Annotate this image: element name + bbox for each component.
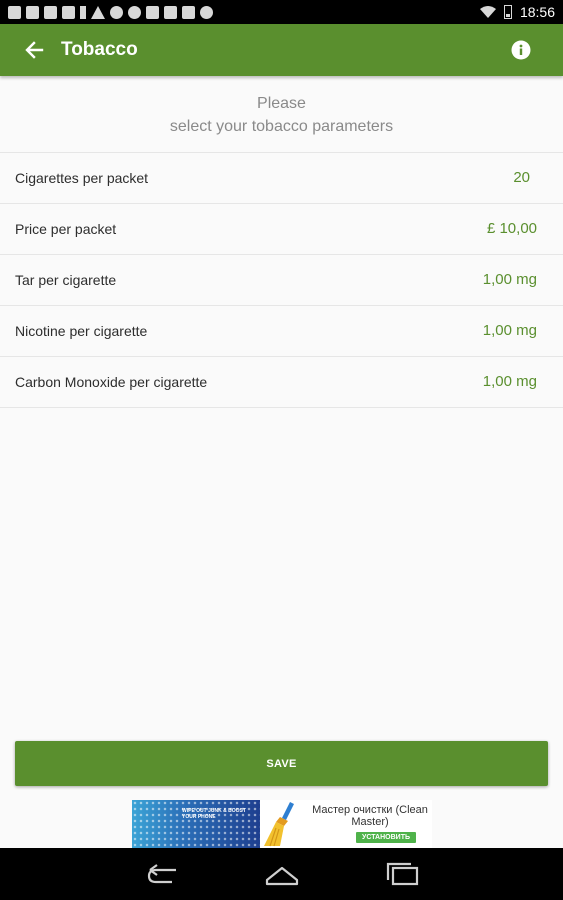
battery-icon [503, 5, 512, 19]
param-value: 1,00 mg [482, 373, 537, 390]
parameter-list: Cigarettes per packet 20 Price per packe… [0, 152, 563, 408]
arrow-left-icon[interactable] [22, 38, 48, 62]
param-row-cigarettes-per-packet[interactable]: Cigarettes per packet 20 [0, 152, 563, 203]
intro-text: Please select your tobacco parameters [0, 92, 563, 138]
param-label: Cigarettes per packet [15, 170, 149, 186]
param-value: 20 [513, 169, 530, 186]
param-label: Tar per cigarette [15, 272, 117, 288]
ad-image: WIPE OUT JUNK & BOOST YOUR PHONE [132, 800, 260, 848]
param-row-carbon-monoxide-per-cigarette[interactable]: Carbon Monoxide per cigarette 1,00 mg [0, 356, 563, 408]
save-button[interactable]: SAVE [15, 741, 548, 786]
app-bar: Tobacco [0, 24, 563, 76]
param-row-nicotine-per-cigarette[interactable]: Nicotine per cigarette 1,00 mg [0, 305, 563, 356]
facebook-icon [8, 5, 21, 19]
nav-home-icon[interactable] [264, 862, 300, 886]
camera-icon [182, 5, 195, 19]
param-label: Nicotine per cigarette [15, 323, 148, 339]
param-value: £ 10,00 [486, 220, 537, 237]
ad-tagline: WIPE OUT JUNK & BOOST YOUR PHONE [182, 808, 246, 820]
broom-icon [264, 802, 294, 847]
status-bar: 18:56 [0, 0, 563, 24]
nav-recents-icon[interactable] [384, 862, 420, 886]
param-label: Carbon Monoxide per cigarette [15, 374, 208, 390]
intro-line-2: select your tobacco parameters [169, 118, 394, 135]
download-icon [80, 5, 86, 19]
pinterest-icon [128, 5, 141, 19]
status-time: 18:56 [519, 4, 555, 20]
ad-install-button[interactable]: УСТАНОВИТЬ [356, 832, 416, 843]
param-value: 1,00 mg [482, 322, 537, 339]
param-row-price-per-packet[interactable]: Price per packet £ 10,00 [0, 203, 563, 254]
info-icon[interactable] [511, 40, 531, 60]
param-label: Price per packet [15, 221, 117, 237]
nav-bar [0, 848, 563, 900]
gear-icon [200, 5, 213, 19]
warning-icon [91, 5, 105, 19]
param-row-tar-per-cigarette[interactable]: Tar per cigarette 1,00 mg [0, 254, 563, 305]
param-value: 1,00 mg [482, 271, 537, 288]
mail-icon [146, 5, 159, 19]
ad-title: Мастер очистки (Clean Master) [312, 804, 428, 828]
intro-line-1: Please [257, 95, 306, 112]
ad-banner[interactable]: WIPE OUT JUNK & BOOST YOUR PHONE Мастер … [132, 800, 432, 848]
nav-back-icon[interactable] [146, 862, 182, 886]
facebook-icon [44, 5, 57, 19]
wifi-icon [479, 6, 496, 18]
notification-icons [8, 4, 213, 20]
chrome-icon [110, 5, 123, 19]
store-icon [164, 5, 177, 19]
page-title: Tobacco [61, 39, 138, 60]
facebook-icon [26, 5, 39, 19]
image-icon [62, 5, 75, 19]
